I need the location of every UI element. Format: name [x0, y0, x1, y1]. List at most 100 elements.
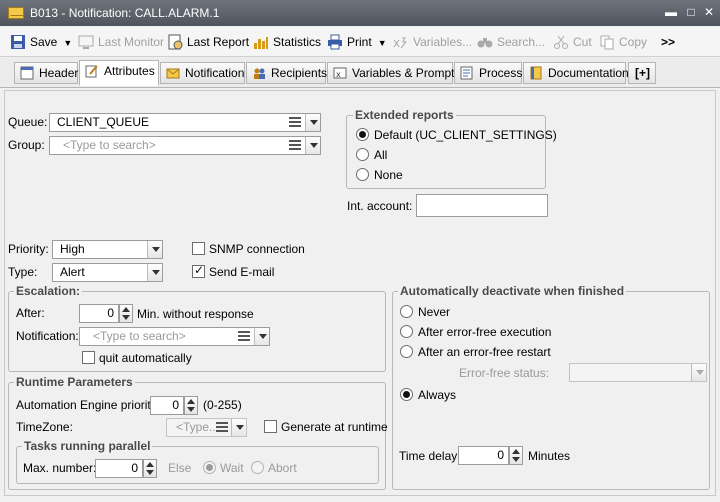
max-number-label: Max. number:	[23, 461, 97, 475]
attributes-icon	[85, 65, 98, 78]
minimize-button[interactable]: ▬	[664, 4, 678, 20]
report-none-radio[interactable]	[356, 168, 369, 181]
wait-radio[interactable]	[203, 461, 216, 474]
list-icon[interactable]	[216, 422, 230, 434]
quit-automatically-checkbox[interactable]	[82, 351, 95, 364]
list-icon[interactable]	[289, 117, 303, 129]
print-label: Print	[347, 35, 372, 49]
toolbar: Save ▼ Last Monitor Last Report Statistic…	[0, 27, 720, 57]
last-monitor-button[interactable]: Last Monitor	[76, 32, 164, 52]
timezone-dropdown[interactable]	[231, 419, 246, 436]
parallel-title: Tasks running parallel	[22, 439, 153, 453]
deactivate-error-free-radio[interactable]	[400, 325, 413, 338]
group-field[interactable]: <Type to search>	[49, 136, 321, 155]
runtime-title: Runtime Parameters	[14, 375, 135, 389]
ae-priority-spinner[interactable]	[184, 396, 198, 415]
report-default-radio[interactable]	[356, 128, 369, 141]
max-number-input[interactable]: 0	[95, 459, 143, 478]
type-dropdown-button[interactable]	[147, 264, 162, 281]
type-select[interactable]: Alert	[52, 263, 163, 282]
escalation-notification-dropdown[interactable]	[254, 328, 269, 345]
svg-text:x: x	[336, 70, 341, 79]
priority-select[interactable]: High	[52, 240, 163, 259]
deactivate-restart-radio[interactable]	[400, 345, 413, 358]
title-bar: B013 - Notification: CALL.ALARM.1 ▬ □ ✕	[0, 0, 720, 26]
cut-label: Cut	[573, 35, 592, 49]
tab-notification-label: Notification	[185, 66, 245, 80]
priority-dropdown-button[interactable]	[147, 241, 162, 258]
cut-button[interactable]: Cut	[551, 32, 592, 52]
search-button[interactable]: Search...	[475, 32, 545, 52]
scissors-icon	[554, 35, 568, 49]
queue-field[interactable]: CLIENT_QUEUE	[49, 113, 321, 132]
report-all-radio[interactable]	[356, 148, 369, 161]
last-report-button[interactable]: Last Report	[165, 32, 249, 52]
time-delay-spinner[interactable]	[509, 446, 523, 465]
int-account-field[interactable]	[416, 194, 548, 217]
escalation-notification-field[interactable]: <Type to search>	[79, 327, 270, 346]
tab-documentation[interactable]: Documentation	[523, 62, 629, 84]
statistics-button[interactable]: Statistics	[251, 32, 321, 52]
report-none-label: None	[374, 168, 403, 182]
tab-add[interactable]: [+]	[628, 62, 656, 84]
timezone-field[interactable]: <Type...	[166, 418, 247, 437]
ae-priority-input[interactable]: 0	[150, 396, 184, 415]
maximize-button[interactable]: □	[684, 4, 698, 20]
tab-attributes[interactable]: Attributes	[79, 60, 159, 86]
deactivate-never-radio[interactable]	[400, 305, 413, 318]
tab-recipients[interactable]: Recipients	[246, 62, 327, 84]
print-dropdown-icon[interactable]: ▼	[378, 33, 387, 53]
close-button[interactable]: ✕	[702, 4, 716, 20]
send-email-checkbox[interactable]	[192, 263, 205, 278]
last-report-label: Last Report	[187, 35, 250, 49]
tab-attributes-label: Attributes	[104, 64, 155, 78]
error-free-status-select[interactable]	[569, 363, 707, 382]
copy-button[interactable]: Copy	[597, 32, 647, 52]
after-spinner[interactable]	[119, 304, 133, 323]
more-tools-button[interactable]: >>	[641, 32, 675, 52]
envelope-icon	[166, 68, 180, 79]
save-button[interactable]: Save ▼	[8, 32, 72, 52]
after-minutes-input[interactable]: 0	[79, 304, 119, 323]
type-value: Alert	[60, 265, 85, 279]
error-free-status-dropdown[interactable]	[691, 364, 706, 381]
group-dropdown-button[interactable]	[305, 137, 320, 154]
binoculars-icon	[477, 38, 493, 48]
else-label: Else	[168, 461, 192, 475]
users-icon	[254, 68, 265, 79]
ae-priority-range: (0-255)	[203, 398, 242, 412]
report-all-label: All	[374, 148, 388, 162]
list-icon[interactable]	[238, 331, 252, 343]
send-email-label: Send E-mail	[209, 265, 275, 279]
ae-priority-label: Automation Engine priority:	[16, 398, 161, 412]
int-account-label: Int. account:	[347, 199, 413, 213]
snmp-checkbox[interactable]	[192, 242, 205, 255]
deactivate-always-radio[interactable]	[400, 388, 413, 401]
save-icon	[11, 35, 25, 49]
svg-text:x: x	[393, 36, 400, 50]
save-dropdown-icon[interactable]: ▼	[63, 33, 72, 53]
print-button[interactable]: Print ▼	[325, 32, 387, 52]
deactivate-never-label: Never	[418, 305, 451, 319]
save-label: Save	[30, 35, 58, 49]
tab-bar: Header Attributes Notification Recipient…	[0, 58, 720, 87]
escalation-notification-placeholder: <Type to search>	[93, 329, 186, 343]
variables-button[interactable]: x Variables...	[391, 32, 472, 52]
generate-at-runtime-checkbox[interactable]	[264, 420, 277, 433]
printer-icon	[328, 34, 342, 50]
time-delay-input[interactable]: 0	[458, 446, 509, 465]
wait-label: Wait	[220, 461, 244, 475]
tab-variables-prompts[interactable]: x Variables & Prompts	[327, 62, 461, 84]
tab-process[interactable]: Process	[454, 62, 522, 84]
abort-radio[interactable]	[251, 461, 264, 474]
max-number-spinner[interactable]	[143, 459, 157, 478]
queue-dropdown-button[interactable]	[305, 114, 320, 131]
tab-notification[interactable]: Notification	[160, 62, 245, 84]
tab-header[interactable]: Header	[14, 62, 78, 84]
time-delay-label: Time delay:	[399, 449, 461, 463]
variables-icon: x	[393, 36, 408, 50]
tab-process-label: Process	[479, 66, 523, 80]
list-icon[interactable]	[289, 140, 303, 152]
priority-label: Priority:	[8, 242, 49, 256]
tab-documentation-label: Documentation	[548, 66, 629, 80]
